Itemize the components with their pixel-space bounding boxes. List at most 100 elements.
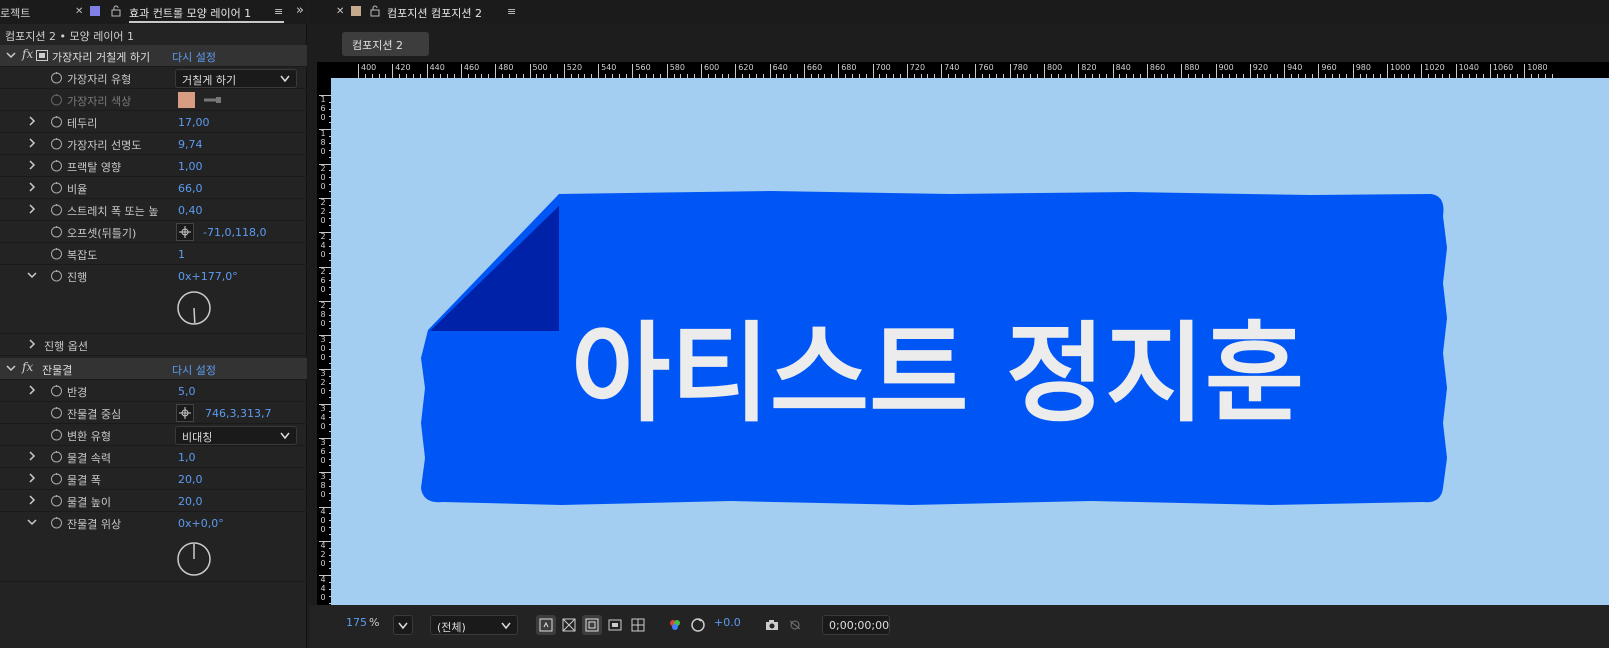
- ruler-label: 500: [532, 63, 548, 72]
- effect-rough-edges[interactable]: fx 가장자리 거칠게 하기 다시 설정: [0, 45, 307, 67]
- stopwatch-icon[interactable]: [50, 71, 63, 84]
- angle-dial[interactable]: [176, 290, 212, 326]
- viewer-toolbar: 175 % (전체) +0.0 0;00;00;00: [309, 605, 1609, 648]
- prop-label: 잔물결 위상: [67, 518, 122, 531]
- timecode-field[interactable]: 0;00;00;00: [822, 615, 890, 635]
- crosshair-icon[interactable]: [176, 404, 194, 422]
- stopwatch-icon: [51, 94, 62, 106]
- radius-value[interactable]: 5,0: [178, 385, 196, 398]
- reset-link[interactable]: 다시 설정: [172, 49, 216, 65]
- fast-preview-icon[interactable]: [536, 615, 556, 635]
- region-of-interest-icon[interactable]: [605, 615, 625, 635]
- transparency-grid-icon[interactable]: [559, 615, 579, 635]
- ruler-major-tick: [838, 64, 840, 78]
- scale-value[interactable]: 66,0: [178, 182, 203, 195]
- lock-icon[interactable]: [370, 5, 380, 17]
- angle-dial[interactable]: [176, 541, 212, 577]
- camera-snapshot-icon[interactable]: [762, 615, 782, 635]
- chevron-right-icon[interactable]: [27, 138, 37, 148]
- close-icon[interactable]: ✕: [75, 6, 83, 17]
- chevron-right-icon[interactable]: [27, 495, 37, 505]
- chevron-right-icon[interactable]: [27, 339, 37, 349]
- fractal-value[interactable]: 1,00: [178, 160, 203, 173]
- stopwatch-icon[interactable]: [50, 181, 63, 194]
- wave-speed-value[interactable]: 1,0: [178, 451, 196, 464]
- crosshair-icon[interactable]: [176, 223, 194, 241]
- stopwatch-icon[interactable]: [50, 428, 63, 441]
- expand-panels-icon[interactable]: »: [296, 3, 304, 18]
- chevron-right-icon[interactable]: [27, 160, 37, 170]
- effect-ripple[interactable]: fx 잔물결 다시 설정: [0, 358, 307, 380]
- stretch-value[interactable]: 0,40: [178, 204, 203, 217]
- border-value[interactable]: 17,00: [178, 116, 210, 129]
- chevron-down-icon[interactable]: [27, 270, 37, 280]
- resolution-dropdown[interactable]: (전체): [430, 615, 518, 635]
- color-swatch[interactable]: [178, 92, 195, 108]
- show-snapshot-icon[interactable]: [785, 615, 805, 635]
- hamburger-menu-icon[interactable]: ≡: [274, 5, 283, 18]
- close-icon[interactable]: ✕: [336, 6, 344, 17]
- chevron-right-icon[interactable]: [27, 385, 37, 395]
- chevron-right-icon[interactable]: [27, 451, 37, 461]
- stopwatch-icon[interactable]: [50, 225, 63, 238]
- stopwatch-icon[interactable]: [50, 406, 63, 419]
- chevron-down-icon[interactable]: [6, 50, 16, 60]
- ruler-label: 420: [395, 63, 411, 72]
- fx-icon[interactable]: fx: [22, 47, 33, 61]
- ruler-label: 900: [1218, 63, 1234, 72]
- stopwatch-icon[interactable]: [50, 269, 63, 282]
- fx-icon[interactable]: fx: [22, 360, 33, 374]
- chevron-down-icon: [398, 622, 408, 630]
- stopwatch-icon[interactable]: [50, 159, 63, 172]
- stopwatch-icon[interactable]: [50, 247, 63, 260]
- mask-visibility-icon[interactable]: [582, 615, 602, 635]
- tab-composition[interactable]: 컴포지션 컴포지션 2: [387, 5, 482, 21]
- eyedropper-icon[interactable]: [204, 96, 222, 104]
- complexity-value[interactable]: 1: [178, 248, 185, 261]
- reset-link[interactable]: 다시 설정: [172, 362, 216, 378]
- composition-canvas[interactable]: 아티스트 정지훈: [331, 78, 1609, 619]
- wave-width-value[interactable]: 20,0: [178, 473, 203, 486]
- prop-scale: 비율 66,0: [0, 177, 307, 199]
- offset-value[interactable]: -71,0,118,0: [203, 226, 266, 239]
- ruler-label: 960: [1321, 63, 1337, 72]
- stopwatch-icon[interactable]: [50, 137, 63, 150]
- ruler-label: 660: [806, 63, 823, 72]
- ripple-center-value[interactable]: 746,3,313,7: [205, 407, 271, 420]
- stopwatch-icon[interactable]: [50, 115, 63, 128]
- reset-exposure-icon[interactable]: [688, 615, 708, 635]
- sharpness-value[interactable]: 9,74: [178, 138, 203, 151]
- chevron-down-icon[interactable]: [27, 517, 37, 527]
- chevron-right-icon[interactable]: [27, 182, 37, 192]
- project-tab[interactable]: 로젝트: [0, 5, 30, 21]
- chevron-right-icon[interactable]: [27, 204, 37, 214]
- stopwatch-icon[interactable]: [50, 472, 63, 485]
- lock-icon[interactable]: [111, 5, 121, 17]
- wave-height-value[interactable]: 20,0: [178, 495, 203, 508]
- zoom-value[interactable]: 175: [346, 616, 367, 629]
- effect-controls-panel: 로젝트 ✕ 효과 컨트롤 모양 레이어 1 ≡ » 컴포지션 2 • 모양 레이…: [0, 0, 307, 648]
- evolution-value[interactable]: 0x+177,0°: [178, 270, 238, 283]
- ruler-label: 860: [1149, 63, 1166, 72]
- stopwatch-icon[interactable]: [50, 494, 63, 507]
- chevron-right-icon[interactable]: [27, 116, 37, 126]
- artwork-title-text: 아티스트 정지훈: [571, 312, 1304, 437]
- ripple-phase-value[interactable]: 0x+0,0°: [178, 517, 224, 530]
- stopwatch-icon[interactable]: [50, 450, 63, 463]
- grid-guides-icon[interactable]: [628, 615, 648, 635]
- ruler-label: 440: [429, 63, 445, 72]
- conversion-type-dropdown[interactable]: 비대칭: [175, 426, 297, 445]
- composition-nav-button[interactable]: 컴포지션 2: [342, 32, 429, 56]
- hamburger-menu-icon[interactable]: ≡: [507, 5, 516, 18]
- channel-color-icon[interactable]: [665, 615, 685, 635]
- zoom-dropdown[interactable]: [393, 615, 413, 635]
- prop-label: 테두리: [67, 117, 98, 130]
- stopwatch-icon[interactable]: [50, 516, 63, 529]
- exposure-value[interactable]: +0.0: [714, 616, 741, 629]
- chevron-right-icon[interactable]: [27, 473, 37, 483]
- stopwatch-icon[interactable]: [50, 203, 63, 216]
- tab-effect-controls[interactable]: 효과 컨트롤 모양 레이어 1: [129, 5, 251, 21]
- edge-type-dropdown[interactable]: 거칠게 하기: [175, 69, 297, 88]
- stopwatch-icon[interactable]: [50, 384, 63, 397]
- chevron-down-icon[interactable]: [6, 363, 16, 373]
